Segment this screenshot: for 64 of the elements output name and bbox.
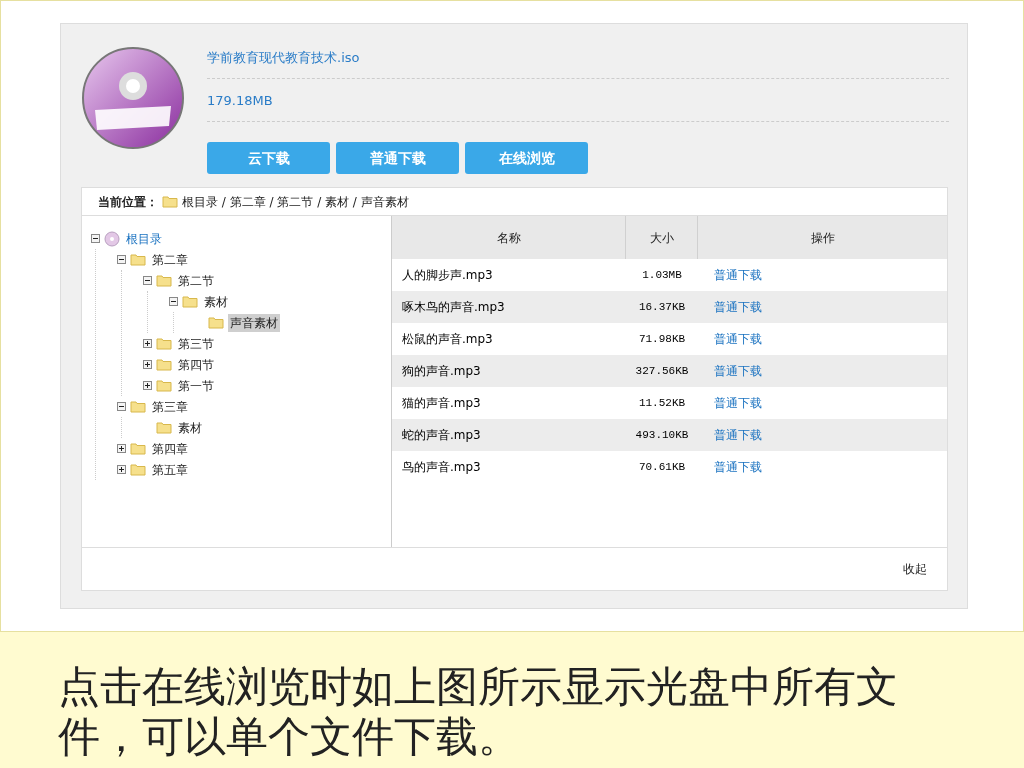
file-name-cell-text: 松鼠的声音.mp3 <box>401 331 494 348</box>
download-link[interactable]: 普通下载 <box>698 394 762 412</box>
file-name-cell-text: 蛇的声音.mp3 <box>401 427 482 444</box>
file-name-cell-text: 鸟的声音.mp3 <box>401 459 482 476</box>
file-size-cell-text: 1.03MB <box>641 267 683 283</box>
collapse-link[interactable]: 收起 <box>903 560 927 578</box>
tree-item[interactable]: 根目录 <box>124 229 164 248</box>
file-size-cell-text: 71.98KB <box>637 331 687 347</box>
file-name-cell-text: 啄木鸟的声音.mp3 <box>401 299 506 316</box>
folder-icon <box>208 316 224 329</box>
folder-icon <box>130 463 146 476</box>
tree-item[interactable]: 第一节 <box>176 376 216 395</box>
file-size-cell-text: 70.61KB <box>637 459 687 475</box>
tree-item[interactable]: 声音素材 <box>228 313 280 332</box>
folder-icon <box>182 295 198 308</box>
file-size-cell-text: 11.52KB <box>637 395 687 411</box>
plus-toggle-icon[interactable] <box>143 381 152 390</box>
file-size-cell-text: 327.56KB <box>634 363 690 379</box>
file-name-cell-text: 狗的声音.mp3 <box>401 363 482 380</box>
tree-item[interactable]: 第四节 <box>176 355 216 374</box>
tree-item[interactable]: 素材 <box>176 418 204 437</box>
download-link[interactable]: 普通下载 <box>698 458 762 476</box>
download-link[interactable]: 普通下载 <box>698 298 762 316</box>
plus-toggle-icon[interactable] <box>117 465 126 474</box>
plus-toggle-icon[interactable] <box>143 360 152 369</box>
column-header: 操作 <box>809 229 836 247</box>
minus-toggle-icon[interactable] <box>117 402 126 411</box>
file-size-cell-text: 16.37KB <box>637 299 687 315</box>
file-size: 179.18MB <box>207 92 274 110</box>
disc-icon <box>104 230 120 247</box>
folder-icon <box>130 400 146 413</box>
tree-item[interactable]: 第二章 <box>150 250 190 269</box>
download-link[interactable]: 普通下载 <box>698 426 762 444</box>
minus-toggle-icon[interactable] <box>143 276 152 285</box>
tree-item[interactable]: 第二节 <box>176 271 216 290</box>
download-link[interactable]: 普通下载 <box>698 330 762 348</box>
folder-icon <box>156 379 172 392</box>
file-size-cell-text: 493.10KB <box>634 427 690 443</box>
plus-toggle-icon[interactable] <box>117 444 126 453</box>
folder-icon <box>130 442 146 455</box>
file-name: 学前教育现代教育技术.iso <box>207 49 361 67</box>
plus-toggle-icon[interactable] <box>143 339 152 348</box>
download-link[interactable]: 普通下载 <box>698 362 762 380</box>
dvd-disc-icon <box>81 46 185 150</box>
minus-toggle-icon[interactable] <box>117 255 126 264</box>
tree-item[interactable]: 第三节 <box>176 334 216 353</box>
file-name-cell-text: 猫的声音.mp3 <box>401 395 482 412</box>
tree-item[interactable]: 第五章 <box>150 460 190 479</box>
minus-toggle-icon[interactable] <box>91 234 100 243</box>
tree-item[interactable]: 第四章 <box>150 439 190 458</box>
folder-icon <box>156 274 172 287</box>
folder-icon <box>156 358 172 371</box>
folder-icon <box>162 195 178 208</box>
folder-icon <box>130 253 146 266</box>
caption-text: 点击在线浏览时如上图所示显示光盘中所有文件，可以单个文件下载。 <box>58 662 899 762</box>
minus-toggle-icon[interactable] <box>169 297 178 306</box>
folder-icon <box>156 337 172 350</box>
tree-item[interactable]: 素材 <box>202 292 230 311</box>
tree-item[interactable]: 第三章 <box>150 397 190 416</box>
file-name-cell-text: 人的脚步声.mp3 <box>401 267 494 284</box>
folder-icon <box>156 421 172 434</box>
download-link[interactable]: 普通下载 <box>698 266 762 284</box>
breadcrumb-path: 根目录 / 第二章 / 第二节 / 素材 / 声音素材 <box>182 193 409 211</box>
location-label: 当前位置： <box>98 193 158 211</box>
